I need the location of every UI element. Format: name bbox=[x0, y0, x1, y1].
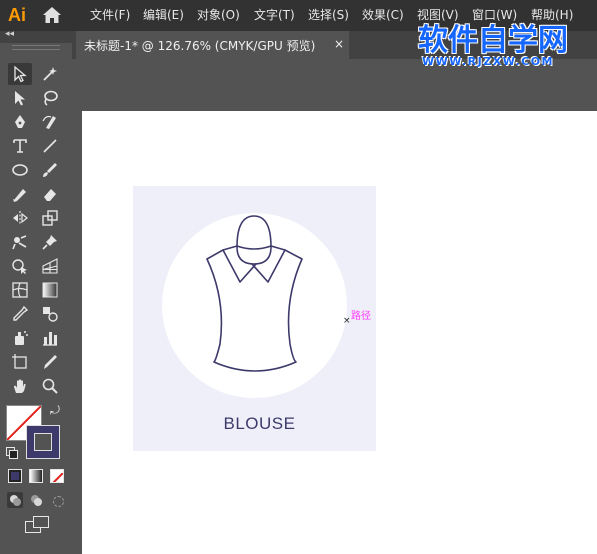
menu-effect[interactable]: 效果(C) bbox=[362, 7, 404, 23]
collapse-icon[interactable]: ◂◂ bbox=[5, 29, 14, 39]
pin-icon[interactable] bbox=[38, 231, 62, 253]
watermark: 软件自学网 WWW.RJZXW.COM bbox=[418, 24, 570, 74]
direct-selection-icon[interactable] bbox=[8, 87, 32, 109]
app-logo: Ai bbox=[8, 5, 26, 25]
draw-normal-icon[interactable] bbox=[7, 492, 23, 508]
draw-behind-icon[interactable] bbox=[28, 492, 44, 508]
mesh-tool-icon[interactable] bbox=[8, 279, 32, 301]
document-tab[interactable]: 未标题-1* @ 126.76% (CMYK/GPU 预览) × bbox=[76, 31, 349, 59]
blend-tool-icon[interactable] bbox=[38, 303, 62, 325]
menu-edit[interactable]: 编辑(E) bbox=[143, 7, 184, 23]
panel-grip[interactable] bbox=[12, 45, 60, 50]
zoom-tool-icon[interactable] bbox=[38, 375, 62, 397]
eraser-icon[interactable] bbox=[38, 183, 62, 205]
menu-view[interactable]: 视图(V) bbox=[417, 7, 459, 23]
gradient-tool-icon[interactable] bbox=[38, 279, 62, 301]
perspective-grid-icon[interactable] bbox=[38, 255, 62, 277]
pen-tool-icon[interactable] bbox=[8, 111, 32, 133]
close-tab-button[interactable]: × bbox=[334, 37, 344, 51]
none-mode-button[interactable] bbox=[50, 469, 64, 483]
gradient-mode-button[interactable] bbox=[29, 469, 43, 483]
tools-panel-header: ◂◂ bbox=[0, 29, 72, 43]
scale-tool-icon[interactable] bbox=[38, 207, 62, 229]
watermark-title: 软件自学网 bbox=[418, 23, 568, 58]
symbol-sprayer-icon[interactable] bbox=[8, 327, 32, 349]
menu-object[interactable]: 对象(O) bbox=[197, 7, 240, 23]
tools-panel: ◂◂ ⤾ bbox=[0, 29, 72, 554]
screen-mode-icon[interactable] bbox=[25, 516, 49, 534]
menu-file[interactable]: 文件(F) bbox=[90, 7, 130, 23]
shape-builder-icon[interactable] bbox=[8, 255, 32, 277]
default-colors-icon[interactable] bbox=[6, 447, 18, 459]
document-tab-title: 未标题-1* @ 126.76% (CMYK/GPU 预览) bbox=[84, 39, 316, 53]
reflect-icon[interactable] bbox=[8, 207, 32, 229]
magic-wand-icon[interactable] bbox=[38, 63, 62, 85]
ellipse-tool-icon[interactable] bbox=[8, 159, 32, 181]
smart-guide-label: 路径 bbox=[351, 311, 371, 322]
artboard-tool-icon[interactable] bbox=[8, 351, 32, 373]
menu-help[interactable]: 帮助(H) bbox=[531, 7, 573, 23]
column-graph-icon[interactable] bbox=[38, 327, 62, 349]
swap-fill-stroke-icon[interactable]: ⤾ bbox=[50, 403, 60, 418]
shaper-icon[interactable] bbox=[8, 183, 32, 205]
home-icon[interactable] bbox=[42, 6, 62, 24]
paintbrush-icon[interactable] bbox=[38, 159, 62, 181]
watermark-url: WWW.RJZXW.COM bbox=[422, 55, 554, 68]
slice-tool-icon[interactable] bbox=[38, 351, 62, 373]
lasso-icon[interactable] bbox=[38, 87, 62, 109]
menu-window[interactable]: 窗口(W) bbox=[472, 7, 517, 23]
menu-type[interactable]: 文字(T) bbox=[254, 7, 295, 23]
hand-tool-icon[interactable] bbox=[8, 375, 32, 397]
anchor-point-icon: × bbox=[343, 316, 351, 326]
selection-tool-icon[interactable] bbox=[8, 63, 32, 85]
puppet-warp-icon[interactable] bbox=[8, 231, 32, 253]
blouse-label[interactable]: BLOUSE bbox=[133, 414, 386, 434]
blouse-illustration[interactable] bbox=[200, 212, 310, 378]
stroke-swatch[interactable] bbox=[26, 425, 60, 459]
eyedropper-icon[interactable] bbox=[8, 303, 32, 325]
line-segment-icon[interactable] bbox=[38, 135, 62, 157]
curvature-icon[interactable] bbox=[38, 111, 62, 133]
color-mode-button[interactable] bbox=[8, 469, 22, 483]
draw-inside-icon[interactable] bbox=[49, 492, 65, 508]
menu-select[interactable]: 选择(S) bbox=[308, 7, 349, 23]
type-tool-icon[interactable] bbox=[8, 135, 32, 157]
